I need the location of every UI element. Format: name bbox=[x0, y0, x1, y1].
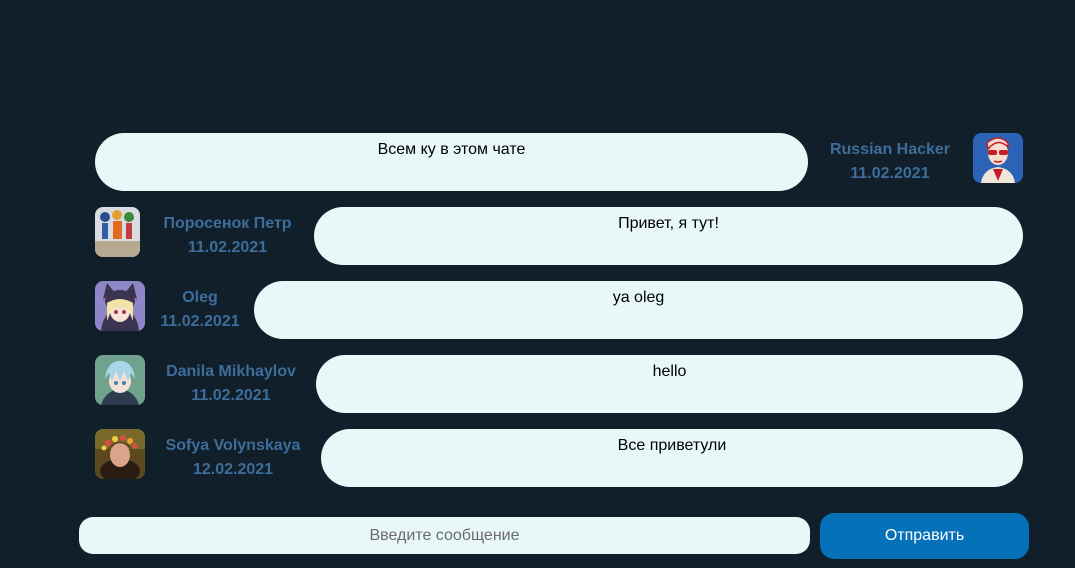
author-name: Oleg bbox=[182, 289, 218, 306]
red-sunglasses-man-avatar bbox=[973, 133, 1023, 183]
author-name: Danila Mikhaylov bbox=[166, 363, 296, 380]
message-bubble: ya oleg bbox=[254, 281, 1023, 339]
flower-wreath-girl-avatar bbox=[95, 429, 145, 479]
author-name: Поросенок Петр bbox=[163, 215, 292, 232]
message-bubble: Всем ку в этом чате bbox=[95, 133, 808, 191]
message-bubble: hello bbox=[316, 355, 1023, 413]
message-date: 11.02.2021 bbox=[160, 313, 240, 330]
anime-cat-girl-avatar bbox=[95, 281, 145, 331]
message-date: 12.02.2021 bbox=[192, 461, 274, 478]
message-meta: Oleg 11.02.2021 bbox=[154, 286, 246, 334]
message-date: 11.02.2021 bbox=[850, 165, 930, 182]
figurines-photo-avatar bbox=[95, 207, 140, 257]
message-meta: Sofya Volynskaya 12.02.2021 bbox=[161, 434, 305, 482]
message-bubble: Все приветули bbox=[321, 429, 1023, 487]
send-button[interactable]: Отправить bbox=[820, 513, 1029, 559]
message-meta: Danila Mikhaylov 11.02.2021 bbox=[161, 360, 301, 408]
message-meta: Russian Hacker 11.02.2021 bbox=[826, 138, 954, 186]
message-bubble: Привет, я тут! bbox=[314, 207, 1023, 265]
chat-window: Всем ку в этом чате Russian Hacker 11.02… bbox=[0, 0, 1075, 568]
author-name: Sofya Volynskaya bbox=[165, 437, 301, 454]
message-date: 11.02.2021 bbox=[191, 387, 271, 404]
message-meta: Поросенок Петр 11.02.2021 bbox=[156, 212, 299, 260]
author-name: Russian Hacker bbox=[829, 141, 951, 158]
message-input[interactable] bbox=[79, 517, 810, 554]
anime-blue-hair-avatar bbox=[95, 355, 145, 405]
message-date: 11.02.2021 bbox=[187, 239, 268, 256]
